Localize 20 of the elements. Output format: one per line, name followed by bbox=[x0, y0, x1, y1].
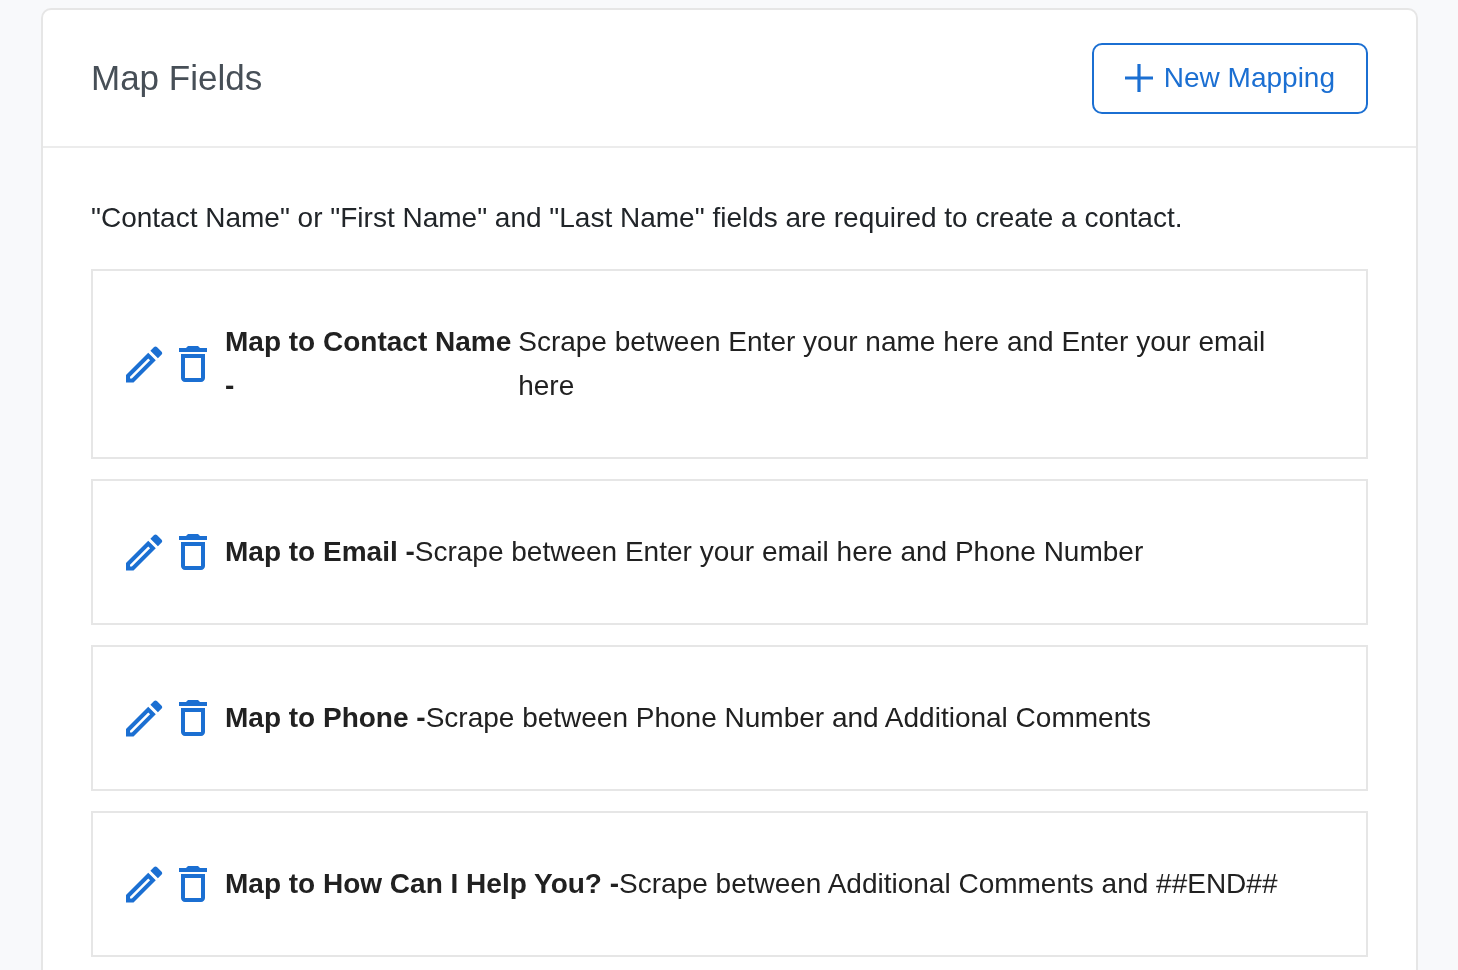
new-mapping-button[interactable]: New Mapping bbox=[1091, 42, 1368, 114]
mapping-title: Map to Email - bbox=[225, 535, 415, 569]
required-fields-notice: "Contact Name" or "First Name" and "Last Name" fields are required to create a contact. bbox=[91, 201, 1184, 235]
pencil-icon[interactable] bbox=[126, 865, 163, 903]
pencil-icon[interactable] bbox=[126, 533, 163, 571]
mapping-title: Map to Contact Name - bbox=[225, 325, 513, 403]
mapping-description: Scrape between Additional Comments and ##END## bbox=[619, 867, 1278, 901]
pencil-icon[interactable] bbox=[126, 699, 163, 737]
pencil-icon[interactable] bbox=[126, 345, 163, 383]
panel-title: Map Fields bbox=[91, 56, 263, 99]
mapping-description: Scrape between Phone Number and Additional Comments bbox=[425, 701, 1151, 735]
trash-icon[interactable] bbox=[179, 700, 207, 736]
mapping-title: Map to How Can I Help You? - bbox=[225, 867, 620, 901]
mapping-description: Scrape between Enter your email here and Phone Number bbox=[414, 535, 1144, 569]
trash-icon[interactable] bbox=[179, 534, 207, 570]
mapping-title: Map to Phone - bbox=[225, 701, 426, 735]
mapping-description: Scrape between Enter your name here and Enter your email here bbox=[518, 325, 1267, 403]
plus-icon bbox=[1124, 64, 1153, 92]
trash-icon[interactable] bbox=[179, 866, 207, 902]
trash-icon[interactable] bbox=[179, 346, 207, 382]
